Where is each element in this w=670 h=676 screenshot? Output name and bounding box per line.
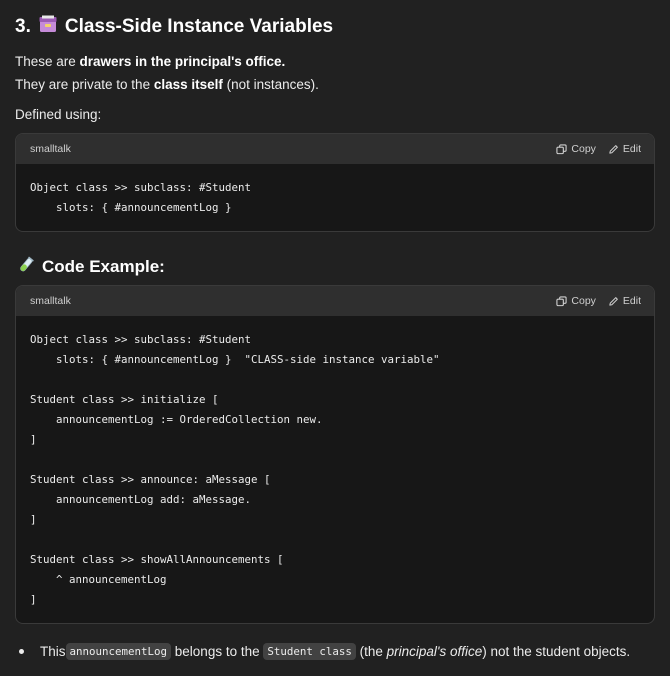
defined-label: Defined using: <box>15 107 102 122</box>
copy-icon <box>556 143 568 155</box>
intro-text: (not instances). <box>222 77 319 92</box>
list-item: This announcementLog belongs to the Stud… <box>19 643 630 660</box>
test-tube-icon <box>17 256 35 279</box>
intro-line-1: These are drawers in the principal's off… <box>15 53 285 71</box>
copy-icon <box>556 295 568 307</box>
edit-label: Edit <box>622 295 641 307</box>
code-content: Object class >> subclass: #Student slots… <box>30 333 440 606</box>
copy-button[interactable]: Copy <box>556 143 596 155</box>
example-title: Code Example: <box>42 257 165 276</box>
edit-label: Edit <box>622 143 641 155</box>
bullet-text: ) not the student objects. <box>482 644 631 659</box>
bullet-italic: principal's office <box>386 644 483 659</box>
section-heading: 3. Class-Side Instance Variables <box>15 15 333 39</box>
code-language-label: smalltalk <box>30 143 71 155</box>
code-actions: Copy Edit <box>556 295 641 307</box>
code-actions: Copy Edit <box>556 143 641 155</box>
pencil-icon <box>608 144 619 155</box>
section-number: 3. <box>15 16 31 37</box>
bullet-text: (the <box>355 644 387 659</box>
code-language-label: smalltalk <box>30 295 71 307</box>
edit-button[interactable]: Edit <box>608 295 641 307</box>
card-file-box-icon <box>38 14 58 40</box>
bullet-text: belongs to the <box>171 644 264 659</box>
copy-button[interactable]: Copy <box>556 295 596 307</box>
intro-line-2: They are private to the class itself (no… <box>15 76 319 94</box>
section-title: Class-Side Instance Variables <box>64 16 334 37</box>
intro-text: They are private to the <box>15 77 154 92</box>
code-content: Object class >> subclass: #Student slots… <box>30 181 252 214</box>
intro-bold: drawers in the principal's office. <box>79 54 286 69</box>
copy-label: Copy <box>571 143 596 155</box>
pencil-icon <box>608 296 619 307</box>
edit-button[interactable]: Edit <box>608 143 641 155</box>
code-block-header: smalltalk Copy Edit <box>16 286 654 316</box>
intro-text: These are <box>15 54 80 69</box>
bullet-text: This <box>40 644 66 659</box>
inline-code: announcementLog <box>65 643 172 660</box>
copy-label: Copy <box>571 295 596 307</box>
inline-code: Student class <box>263 643 356 660</box>
example-heading: Code Example: <box>17 255 165 279</box>
code-block-2: smalltalk Copy Edit Object class >> subc… <box>15 285 655 624</box>
code-block-1: smalltalk Copy Edit Object class >> subc… <box>15 133 655 232</box>
code-block-header: smalltalk Copy Edit <box>16 134 654 164</box>
intro-bold: class itself <box>153 77 223 92</box>
bullet-dot <box>19 649 24 654</box>
